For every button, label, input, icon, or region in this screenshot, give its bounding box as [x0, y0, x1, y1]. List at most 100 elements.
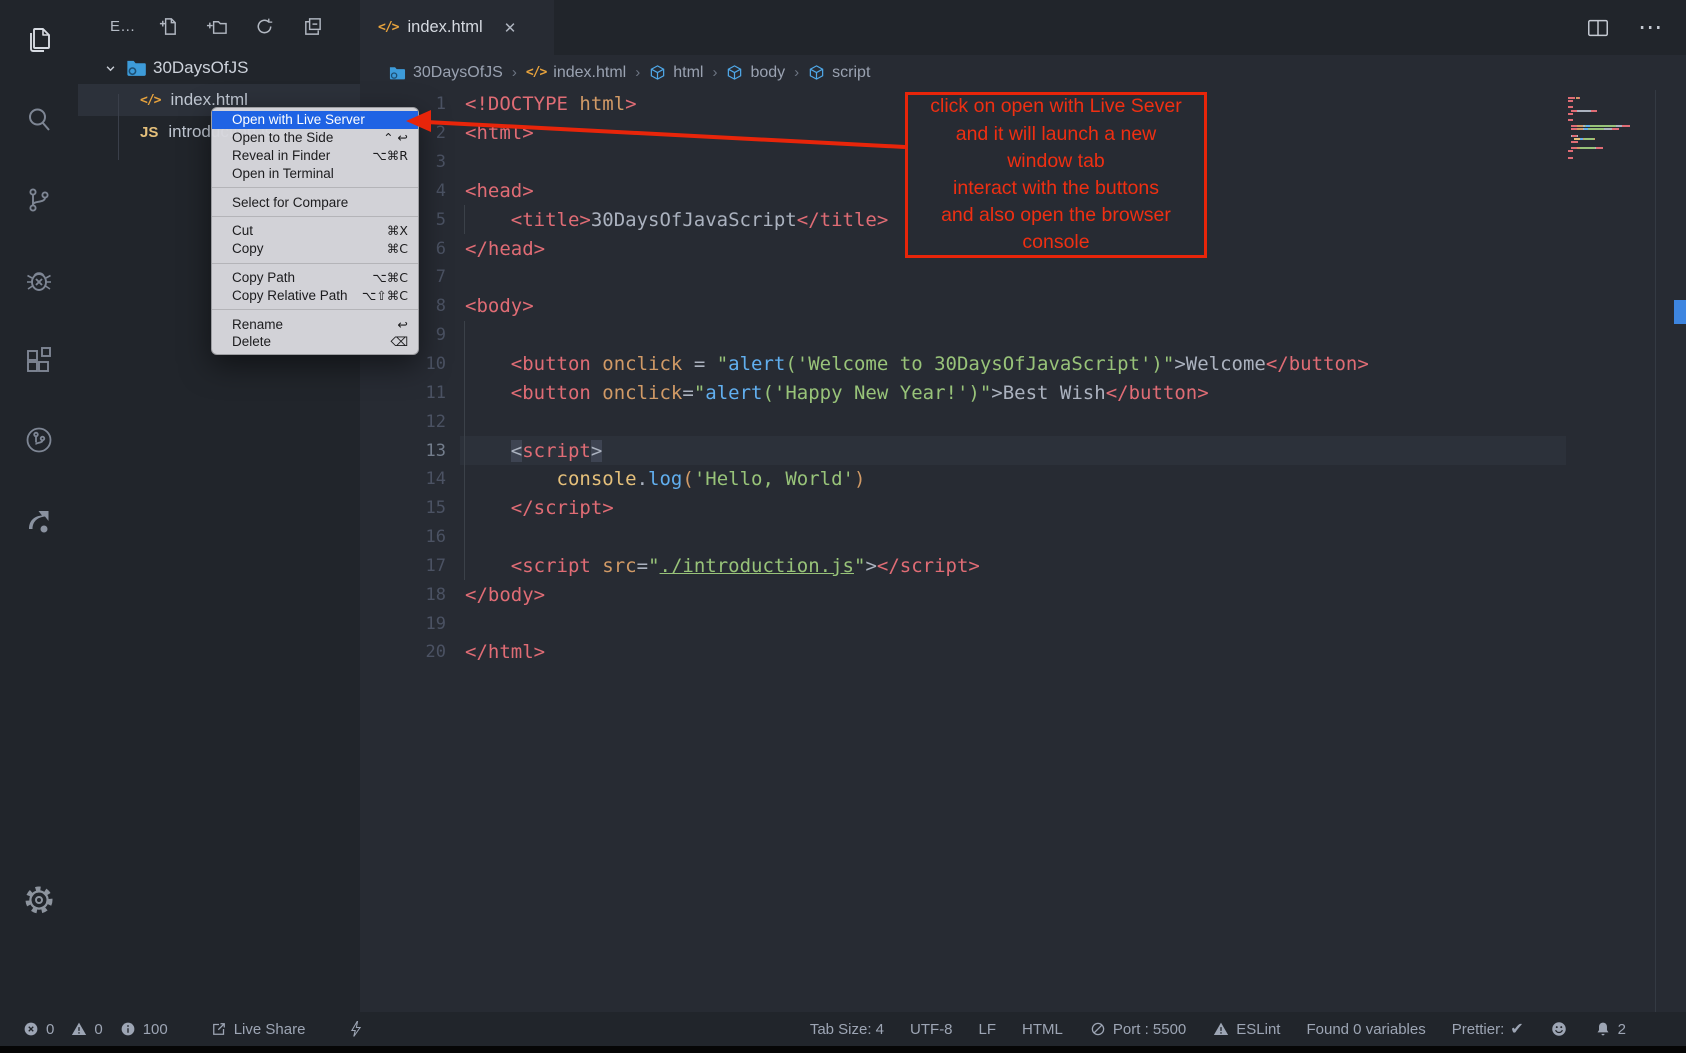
chevron-down-icon — [102, 60, 119, 77]
menu-item-copy[interactable]: Copy⌘C — [212, 240, 418, 258]
line-number: 20 — [360, 642, 446, 662]
bolt-button[interactable] — [347, 1020, 365, 1038]
feedback-smiley[interactable] — [1550, 1020, 1568, 1038]
circle-slash-icon — [1089, 1020, 1107, 1038]
activity-bar — [0, 0, 78, 1012]
folder-icon — [388, 64, 406, 82]
line-number: 10 — [360, 354, 446, 374]
problems-errors[interactable]: 0 — [22, 1020, 54, 1038]
breadcrumb-symbol-html[interactable]: html — [649, 64, 703, 82]
minimap[interactable] — [1568, 97, 1658, 160]
breadcrumb-file[interactable]: </> index.html — [526, 64, 626, 82]
tab-close-icon[interactable]: ✕ — [504, 19, 517, 37]
menu-item-cut[interactable]: Cut⌘X — [212, 222, 418, 240]
explorer-icon[interactable] — [0, 0, 78, 80]
code-line-13[interactable]: 13 <script> — [360, 436, 1686, 465]
symbol-cube-icon — [808, 64, 825, 81]
breadcrumb-root[interactable]: 30DaysOfJS — [388, 64, 503, 82]
run-debug-icon[interactable] — [0, 240, 78, 320]
tab-bar: </> index.html ✕ ⋯ — [360, 0, 1686, 55]
live-share-session-icon[interactable] — [0, 400, 78, 480]
code-line-14[interactable]: 14 console.log('Hello, World') — [360, 465, 1686, 494]
eslint-status[interactable]: ESLint — [1212, 1020, 1280, 1038]
line-number: 13 — [360, 441, 446, 461]
menu-item-reveal-in-finder[interactable]: Reveal in Finder⌥⌘R — [212, 147, 418, 165]
warning-icon — [70, 1020, 88, 1038]
menu-item-delete[interactable]: Delete⌫ — [212, 333, 418, 351]
language-mode[interactable]: HTML — [1022, 1021, 1063, 1038]
line-number: 14 — [360, 469, 446, 489]
problems-warnings[interactable]: 0 — [70, 1020, 102, 1038]
code-line-19[interactable]: 19 — [360, 609, 1686, 638]
code-line-16[interactable]: 16 — [360, 523, 1686, 552]
menu-item-open-with-live-server[interactable]: Open with Live Server — [212, 111, 418, 129]
code-line-8[interactable]: 8<body> — [360, 292, 1686, 321]
info-count[interactable]: 100 — [119, 1020, 168, 1038]
line-number: 18 — [360, 585, 446, 605]
code-line-17[interactable]: 17 <script src="./introduction.js"></scr… — [360, 552, 1686, 581]
code-line-12[interactable]: 12 — [360, 407, 1686, 436]
menu-separator — [212, 263, 418, 264]
symbol-cube-icon — [726, 64, 743, 81]
share-icon — [210, 1020, 228, 1038]
more-actions-icon[interactable]: ⋯ — [1638, 16, 1664, 40]
menu-item-select-for-compare[interactable]: Select for Compare — [212, 193, 418, 211]
line-number: 16 — [360, 527, 446, 547]
line-number: 17 — [360, 556, 446, 576]
code-line-20[interactable]: 20</html> — [360, 638, 1686, 667]
explorer-title: E… — [110, 18, 136, 35]
smiley-icon — [1550, 1020, 1568, 1038]
code-line-11[interactable]: 11 <button onclick="alert('Happy New Yea… — [360, 378, 1686, 407]
warning-icon — [1212, 1020, 1230, 1038]
menu-separator — [212, 187, 418, 188]
refresh-icon[interactable] — [254, 16, 275, 37]
tab-size-setting[interactable]: Tab Size: 4 — [810, 1021, 884, 1038]
code-line-18[interactable]: 18</body> — [360, 580, 1686, 609]
code-line-7[interactable]: 7 — [360, 263, 1686, 292]
live-server-port[interactable]: Port : 5500 — [1089, 1020, 1186, 1038]
menu-item-open-in-terminal[interactable]: Open in Terminal — [212, 164, 418, 182]
code-line-9[interactable]: 9 — [360, 321, 1686, 350]
search-icon[interactable] — [0, 80, 78, 160]
tab-index-html[interactable]: </> index.html ✕ — [360, 0, 554, 55]
variables-found[interactable]: Found 0 variables — [1306, 1021, 1425, 1038]
check-icon: ✔ — [1510, 1019, 1523, 1039]
menu-item-copy-path[interactable]: Copy Path⌥⌘C — [212, 269, 418, 287]
encoding-setting[interactable]: UTF-8 — [910, 1021, 953, 1038]
html-file-icon: </> — [378, 20, 398, 35]
tree-folder-root[interactable]: 30DaysOfJS — [78, 52, 360, 84]
js-file-icon: JS — [140, 124, 158, 141]
live-share-button[interactable]: Live Share — [210, 1020, 306, 1038]
new-file-icon[interactable] — [158, 16, 179, 37]
folder-label: 30DaysOfJS — [153, 58, 248, 78]
html-file-icon: </> — [140, 93, 160, 108]
source-control-icon[interactable] — [0, 160, 78, 240]
breadcrumb-symbol-script[interactable]: script — [808, 64, 870, 82]
menu-separator — [212, 216, 418, 217]
menu-item-rename[interactable]: Rename↩ — [212, 315, 418, 333]
code-line-10[interactable]: 10 <button onclick = "alert('Welcome to … — [360, 350, 1686, 379]
eol-setting[interactable]: LF — [979, 1021, 997, 1038]
line-number: 15 — [360, 498, 446, 518]
extensions-icon[interactable] — [0, 320, 78, 400]
symbol-cube-icon — [649, 64, 666, 81]
menu-item-open-to-the-side[interactable]: Open to the Side⌃ ↩ — [212, 129, 418, 147]
new-folder-icon[interactable] — [206, 16, 227, 37]
bell-icon — [1594, 1020, 1612, 1038]
settings-gear-icon[interactable] — [0, 860, 78, 940]
breadcrumb: 30DaysOfJS › </> index.html › html › bod… — [388, 55, 870, 90]
tab-label: index.html — [407, 18, 482, 37]
share-feedback-icon[interactable] — [0, 480, 78, 560]
notifications[interactable]: 2 — [1594, 1020, 1626, 1038]
split-editor-icon[interactable] — [1586, 16, 1610, 40]
tree-indent-guide — [118, 94, 119, 160]
prettier-status[interactable]: Prettier: ✔ — [1452, 1019, 1524, 1039]
code-line-15[interactable]: 15 </script> — [360, 494, 1686, 523]
line-number: 19 — [360, 614, 446, 634]
annotation-box: click on open with Live Sever and it wil… — [905, 92, 1207, 258]
collapse-folders-icon[interactable] — [302, 16, 323, 37]
menu-separator — [212, 309, 418, 310]
line-number: 12 — [360, 412, 446, 432]
breadcrumb-symbol-body[interactable]: body — [726, 64, 785, 82]
menu-item-copy-relative-path[interactable]: Copy Relative Path⌥⇧⌘C — [212, 286, 418, 304]
